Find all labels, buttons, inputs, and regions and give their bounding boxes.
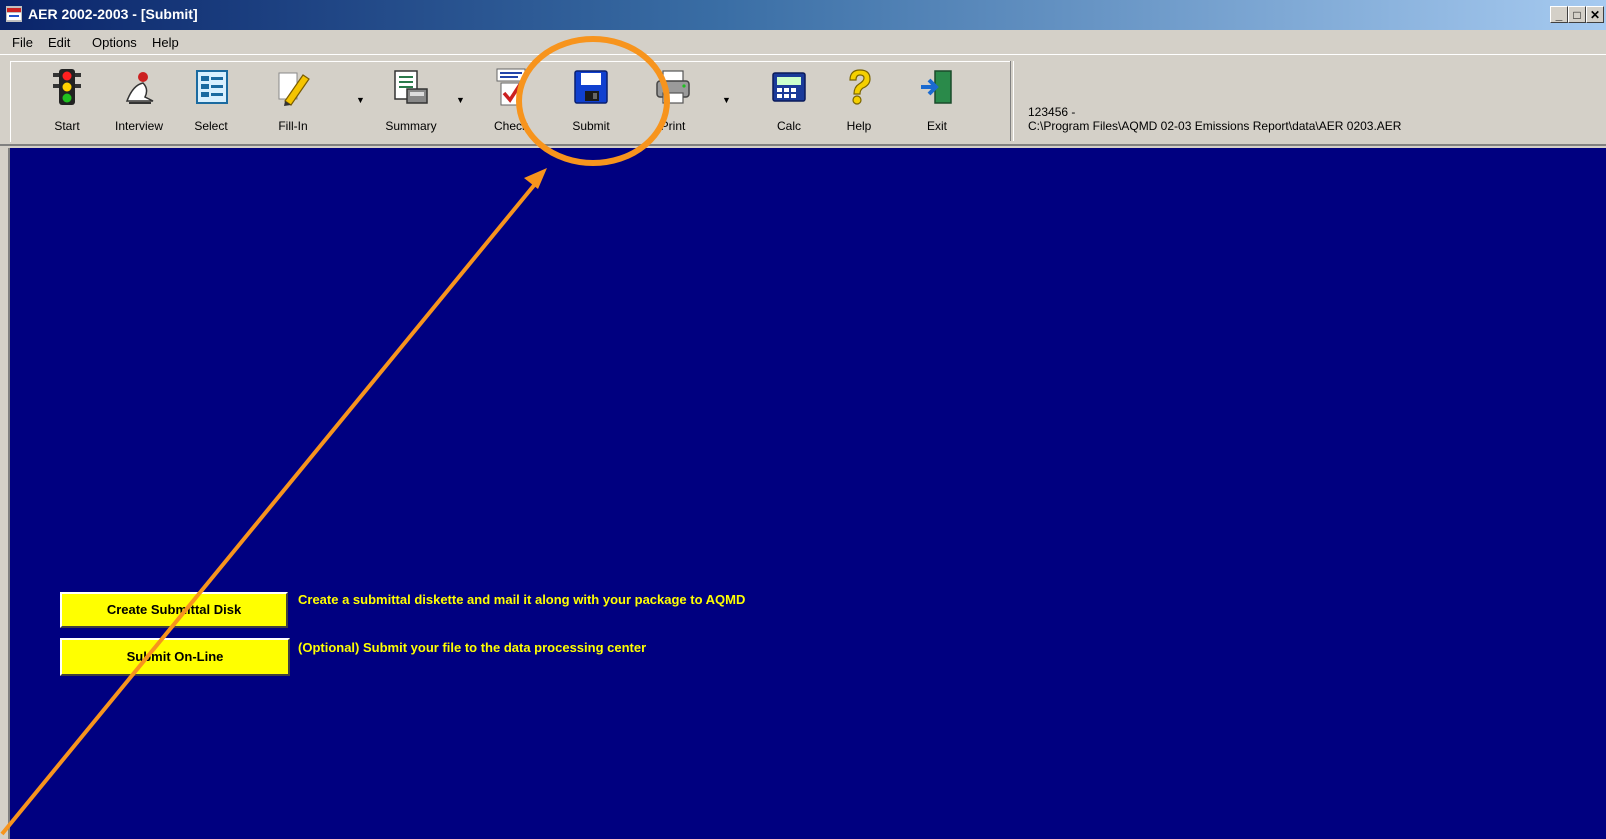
- title-bar: AER 2002-2003 - [Submit] _ □ ✕: [0, 0, 1606, 30]
- menu-bar: File Edit Options Help: [0, 30, 1606, 54]
- print-label: Print: [660, 119, 686, 133]
- window-title: AER 2002-2003 - [Submit]: [28, 6, 198, 22]
- menu-file[interactable]: File: [12, 35, 33, 50]
- calc-button[interactable]: Calc: [756, 63, 822, 139]
- calc-label: Calc: [776, 119, 801, 133]
- help-button[interactable]: Help: [826, 63, 892, 139]
- help-label: Help: [846, 119, 872, 133]
- exit-label: Exit: [926, 119, 947, 133]
- file-path: C:\Program Files\AQMD 02-03 Emissions Re…: [1028, 119, 1402, 133]
- check-label: Check: [493, 119, 528, 133]
- exit-door-icon: [921, 70, 952, 104]
- exit-button[interactable]: Exit: [904, 63, 970, 139]
- select-list-icon: [196, 70, 228, 104]
- create-submittal-disk-button[interactable]: Create Submittal Disk: [60, 592, 288, 628]
- submit-button[interactable]: Submit: [558, 63, 624, 139]
- select-button[interactable]: Select: [178, 63, 244, 139]
- question-mark-icon: [849, 69, 871, 105]
- minimize-button[interactable]: _: [1550, 6, 1568, 23]
- print-button[interactable]: Print: [640, 63, 706, 139]
- submit-online-description: (Optional) Submit your file to the data …: [298, 640, 647, 655]
- app-icon: [6, 6, 22, 22]
- toolbar-separator: [1010, 61, 1014, 141]
- fill-in-button[interactable]: Fill-In: [260, 63, 326, 139]
- menu-help[interactable]: Help: [152, 35, 179, 50]
- error-check-icon: [496, 68, 526, 106]
- fill-in-dropdown-arrow[interactable]: ▼: [356, 95, 365, 105]
- fill-in-label: Fill-In: [278, 119, 308, 133]
- submit-online-button[interactable]: Submit On-Line: [60, 638, 290, 676]
- printer-icon: [656, 70, 690, 104]
- interview-button[interactable]: Interview: [106, 63, 172, 139]
- summary-button[interactable]: Summary: [378, 63, 444, 139]
- file-id: 123456 -: [1028, 105, 1076, 119]
- start-label: Start: [54, 119, 80, 133]
- summary-label: Summary: [385, 119, 437, 133]
- print-dropdown-arrow[interactable]: ▼: [722, 95, 731, 105]
- menu-edit[interactable]: Edit: [48, 35, 70, 50]
- menu-options[interactable]: Options: [92, 35, 137, 50]
- create-submittal-disk-description: Create a submittal diskette and mail it …: [298, 592, 746, 607]
- floppy-disk-icon: [574, 70, 608, 104]
- check-button[interactable]: Check: [478, 63, 544, 139]
- close-button[interactable]: ✕: [1586, 6, 1604, 23]
- submit-panel: Create Submittal Disk Create a submittal…: [8, 148, 1606, 839]
- pencil-icon: [278, 72, 310, 106]
- summary-dropdown-arrow[interactable]: ▼: [456, 95, 465, 105]
- interview-icon: [125, 72, 154, 104]
- toolbar: Start Interview Select Fill-In ▼ Summary…: [0, 54, 1606, 146]
- submit-label: Submit: [572, 119, 610, 133]
- application-window: AER 2002-2003 - [Submit] _ □ ✕ File Edit…: [0, 0, 1606, 839]
- summary-icon: [394, 70, 428, 104]
- restore-button[interactable]: □: [1568, 6, 1586, 23]
- calculator-icon: [772, 72, 806, 102]
- select-label: Select: [194, 119, 228, 133]
- traffic-light-icon: [53, 69, 81, 105]
- interview-label: Interview: [114, 119, 164, 133]
- start-button[interactable]: Start: [34, 63, 100, 139]
